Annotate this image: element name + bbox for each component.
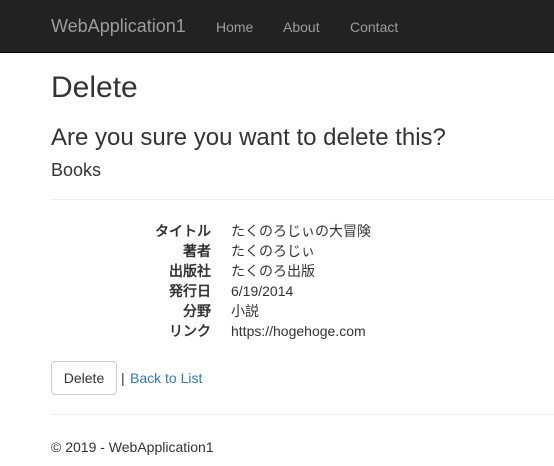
divider-top — [51, 199, 554, 200]
page-title: Delete — [51, 71, 138, 104]
detail-value: 6/19/2014 — [231, 283, 294, 299]
nav-contact-link[interactable]: Contact — [350, 18, 398, 36]
detail-label: タイトル — [155, 223, 211, 239]
detail-row-author: 著者 たくのろじぃ — [51, 241, 554, 261]
detail-value: https://hogehoge.com — [231, 323, 366, 339]
divider-bottom — [51, 414, 554, 415]
footer-text: © 2019 - WebApplication1 — [51, 439, 214, 455]
detail-value: たくのろ出版 — [231, 263, 315, 279]
brand-link[interactable]: WebApplication1 — [51, 16, 186, 36]
detail-value: 小説 — [231, 303, 259, 319]
detail-value: たくのろじぃの大冒険 — [231, 223, 371, 239]
detail-label: 著者 — [183, 243, 211, 259]
detail-row-date: 発行日 6/19/2014 — [51, 281, 554, 301]
detail-value: たくのろじぃ — [231, 243, 315, 259]
confirm-message: Are you sure you want to delete this? — [51, 124, 446, 151]
detail-row-genre: 分野 小説 — [51, 301, 554, 321]
detail-label: 出版社 — [169, 263, 211, 279]
detail-row-link: リンク https://hogehoge.com — [51, 321, 554, 341]
back-to-list-link[interactable]: Back to List — [130, 369, 202, 387]
detail-row-title: タイトル たくのろじぃの大冒険 — [51, 221, 554, 241]
detail-row-publisher: 出版社 たくのろ出版 — [51, 261, 554, 281]
details-list: タイトル たくのろじぃの大冒険 著者 たくのろじぃ 出版社 たくのろ出版 発行日… — [51, 221, 554, 341]
entity-name: Books — [51, 160, 102, 180]
nav-home-link[interactable]: Home — [216, 18, 253, 36]
delete-button[interactable]: Delete — [51, 361, 117, 395]
nav-about-link[interactable]: About — [283, 18, 320, 36]
detail-label: 分野 — [183, 303, 211, 319]
detail-label: 発行日 — [169, 283, 211, 299]
navbar: WebApplication1 Home About Contact — [0, 0, 554, 53]
detail-label: リンク — [169, 323, 211, 339]
separator: | — [121, 370, 125, 386]
